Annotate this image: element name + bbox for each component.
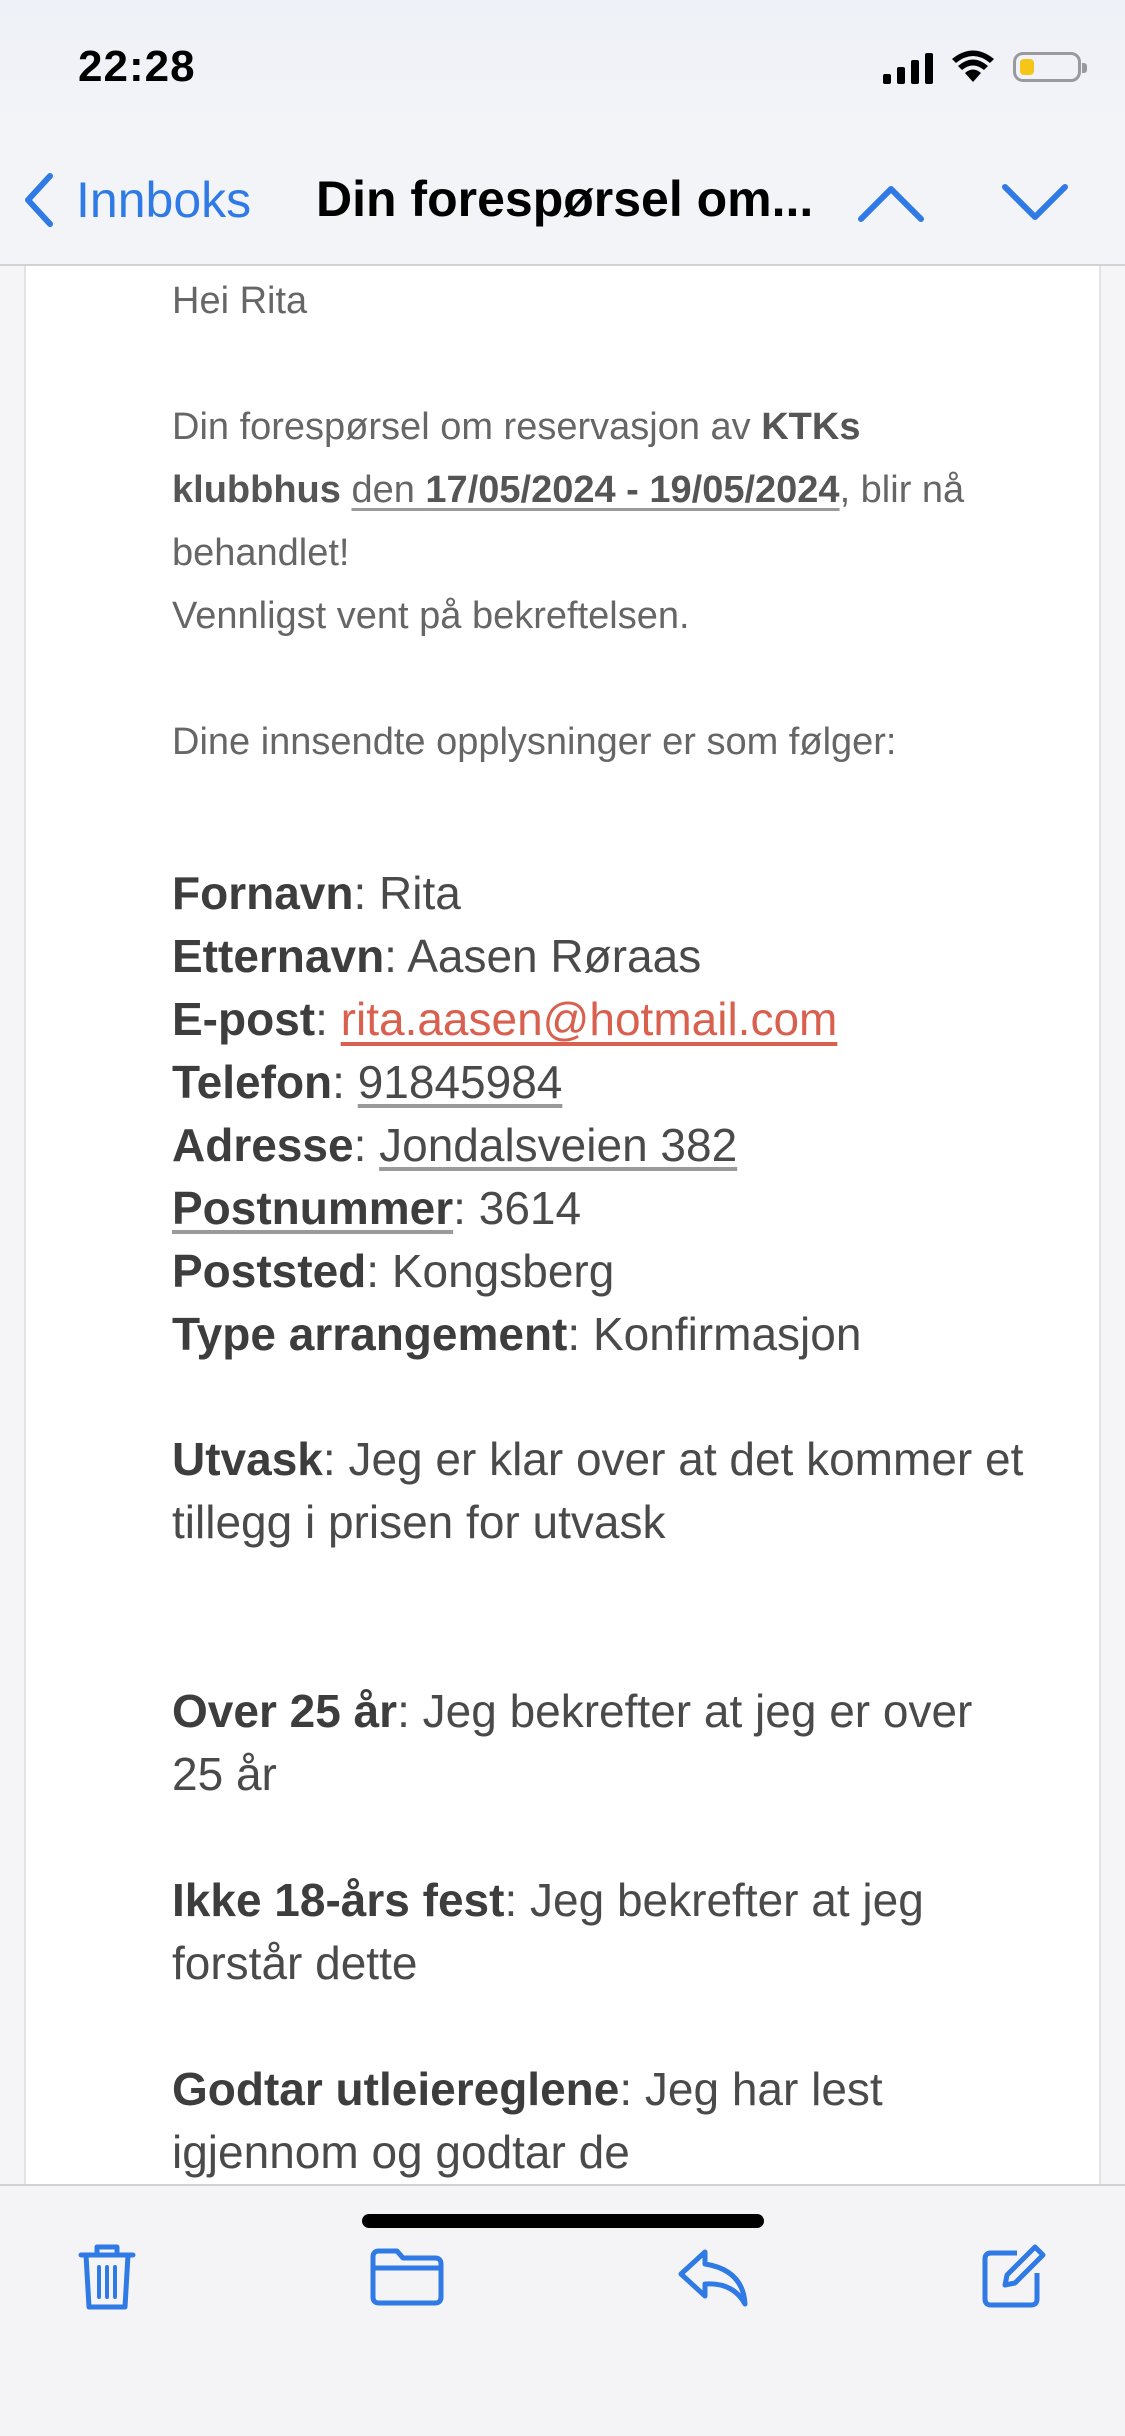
intro-paragraph: Din forespørsel om reservasjon av KTKs k…: [172, 396, 1032, 648]
field-telefon: Telefon: 91845984: [172, 1051, 861, 1114]
field-separator: :: [619, 2063, 645, 2115]
address-link[interactable]: Jondalsveien 382: [379, 1119, 737, 1171]
cellular-signal-icon: [883, 50, 933, 84]
submitted-details: Fornavn: Rita Etternavn: Aasen Røraas E-…: [172, 862, 861, 1366]
compose-button[interactable]: [968, 2232, 1058, 2322]
reply-icon: [678, 2249, 748, 2307]
status-time: 22:28: [78, 42, 196, 91]
chevron-left-icon: [25, 173, 53, 227]
field-separator: :: [366, 1245, 392, 1297]
status-bar: 22:28: [0, 0, 1125, 140]
move-to-folder-button[interactable]: [362, 2232, 452, 2322]
message-scroll-area[interactable]: Hei Rita Din forespørsel om reservasjon …: [0, 266, 1125, 2184]
field-type-arrangement: Type arrangement: Konfirmasjon: [172, 1303, 861, 1366]
reply-button[interactable]: [668, 2232, 758, 2322]
field-separator: :: [397, 1685, 423, 1737]
date-link[interactable]: den 17/05/2024 - 19/05/2024: [351, 469, 839, 511]
message-subject-title: Din forespørsel om...: [316, 171, 814, 227]
phone-number-link[interactable]: 91845984: [358, 1056, 563, 1108]
field-separator: :: [453, 1182, 479, 1234]
intro-prefix: Din forespørsel om reservasjon av: [172, 406, 762, 448]
navigation-bar: Innboks Din forespørsel om...: [0, 140, 1125, 266]
field-separator: :: [567, 1308, 593, 1360]
field-label: Fornavn: [172, 867, 354, 919]
field-separator: :: [353, 1119, 380, 1171]
confirmation-label: Godtar utleiereglene: [172, 2063, 620, 2115]
previous-message-button[interactable]: [846, 168, 936, 238]
field-value: Rita: [379, 867, 461, 919]
intro-wait-text: Vennligst vent på bekreftelsen.: [172, 595, 690, 637]
greeting: Hei Rita: [172, 280, 308, 322]
battery-fill: [1020, 59, 1034, 75]
field-label: Telefon: [172, 1056, 333, 1108]
field-etternavn: Etternavn: Aasen Røraas: [172, 925, 861, 988]
email-address-link[interactable]: rita.aasen@hotmail.com: [341, 993, 838, 1045]
date-range: 17/05/2024 - 19/05/2024: [425, 469, 840, 511]
field-label: Adresse: [172, 1119, 354, 1171]
back-button-label: Innboks: [76, 172, 252, 228]
chevron-up-icon: [858, 186, 924, 222]
home-indicator[interactable]: [362, 2214, 764, 2228]
trash-icon: [78, 2244, 136, 2310]
confirmation-ikke-18: Ikke 18-års fest: Jeg bekrefter at jeg f…: [172, 1869, 1032, 1995]
field-poststed: Poststed: Kongsberg: [172, 1240, 861, 1303]
field-adresse: Adresse: Jondalsveien 382: [172, 1114, 861, 1177]
next-message-button[interactable]: [990, 168, 1080, 238]
field-epost: E-post: rita.aasen@hotmail.com: [172, 988, 861, 1051]
field-separator: :: [315, 993, 341, 1045]
compose-icon: [982, 2244, 1046, 2308]
battery-icon: [1013, 52, 1087, 82]
status-icons: [883, 50, 1087, 84]
confirmation-label: Over 25 år: [172, 1685, 398, 1737]
field-value: 3614: [478, 1182, 582, 1234]
field-separator: :: [322, 1433, 349, 1485]
field-separator: :: [332, 1056, 358, 1108]
submitted-intro: Dine innsendte opplysninger er som følge…: [172, 721, 897, 763]
field-label: Poststed: [172, 1245, 367, 1297]
delete-button[interactable]: [62, 2232, 152, 2322]
field-fornavn: Fornavn: Rita: [172, 862, 861, 925]
confirmation-label: Utvask: [172, 1433, 323, 1485]
field-separator: :: [504, 1874, 531, 1926]
back-button[interactable]: Innboks: [22, 168, 251, 232]
postnummer-link[interactable]: Postnummer: [172, 1182, 453, 1234]
field-label: E-post: [172, 993, 316, 1045]
confirmation-utvask: Utvask: Jeg er klar over at det kommer e…: [172, 1428, 1032, 1554]
field-label: Type arrangement: [172, 1308, 568, 1360]
folder-icon: [370, 2248, 444, 2306]
chevron-down-icon: [1002, 184, 1068, 220]
field-value: Kongsberg: [391, 1245, 615, 1297]
field-value: Konfirmasjon: [592, 1308, 862, 1360]
confirmation-godtar: Godtar utleiereglene: Jeg har lest igjen…: [172, 2058, 1032, 2184]
field-separator: :: [353, 867, 380, 919]
field-postnummer: Postnummer: 3614: [172, 1177, 861, 1240]
confirmation-label: Ikke 18-års fest: [172, 1874, 505, 1926]
confirmation-over-25: Over 25 år: Jeg bekrefter at jeg er over…: [172, 1680, 1032, 1806]
message-body: Hei Rita Din forespørsel om reservasjon …: [24, 266, 1101, 2184]
field-label: Etternavn: [172, 930, 385, 982]
field-value: Aasen Røraas: [407, 930, 702, 982]
field-separator: :: [384, 930, 408, 982]
wifi-icon: [952, 50, 994, 82]
date-den: den: [351, 469, 426, 511]
